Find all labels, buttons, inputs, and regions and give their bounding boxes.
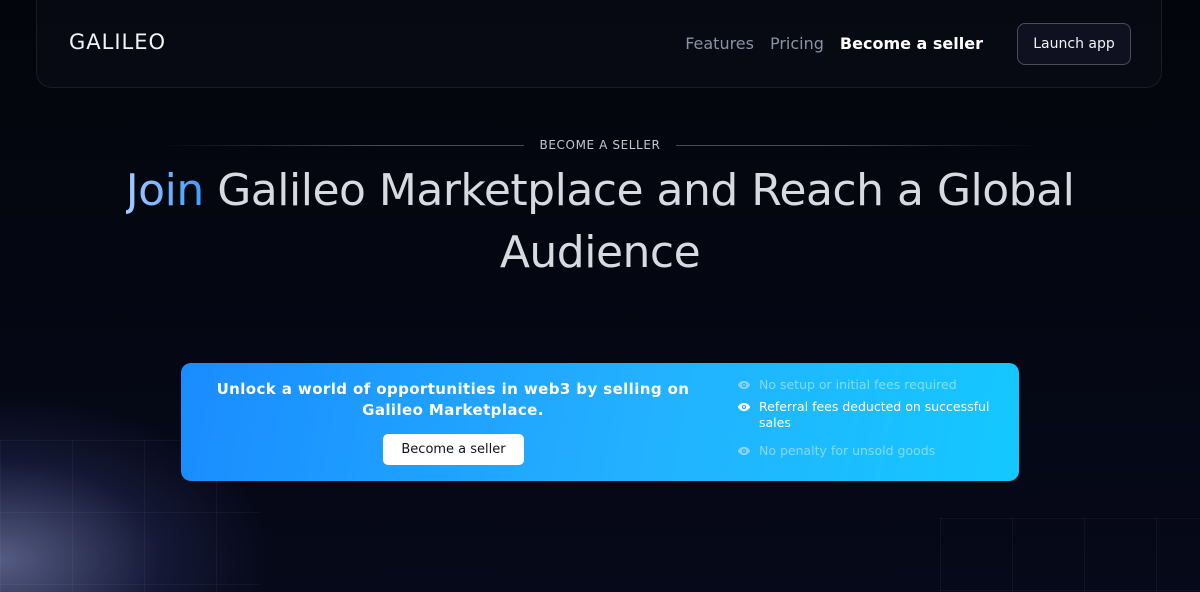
nav-links: Features Pricing Become a seller xyxy=(685,34,983,53)
headline-rest: Galileo Marketplace and Reach a Global A… xyxy=(203,165,1075,278)
eyebrow-label: BECOME A SELLER xyxy=(539,138,661,152)
nav-link-pricing[interactable]: Pricing xyxy=(770,34,824,53)
page: GALILEO Features Pricing Become a seller… xyxy=(0,0,1200,592)
eye-icon xyxy=(737,446,751,456)
headline-accent: Join xyxy=(125,165,205,216)
navbar: GALILEO Features Pricing Become a seller… xyxy=(36,0,1162,88)
background-grid xyxy=(940,518,1200,592)
cta-text: Unlock a world of opportunities in web3 … xyxy=(216,380,690,419)
logo[interactable]: GALILEO xyxy=(69,30,166,54)
eye-icon xyxy=(737,402,751,412)
divider xyxy=(158,144,524,146)
list-item: No penalty for unsold goods xyxy=(737,443,997,459)
list-item: No setup or initial fees required xyxy=(737,377,997,393)
seller-cta-card: Unlock a world of opportunities in web3 … xyxy=(181,363,1019,481)
feature-label: No setup or initial fees required xyxy=(759,377,957,392)
list-item: Referral fees deducted on successful sal… xyxy=(737,399,997,431)
nav-link-features[interactable]: Features xyxy=(685,34,754,53)
nav-link-become-a-seller[interactable]: Become a seller xyxy=(840,34,983,53)
feature-label: Referral fees deducted on successful sal… xyxy=(759,399,990,430)
feature-label: No penalty for unsold goods xyxy=(759,443,936,458)
become-seller-button[interactable]: Become a seller xyxy=(383,434,524,465)
page-title: Join Galileo Marketplace and Reach a Glo… xyxy=(60,160,1140,284)
divider xyxy=(676,144,1042,146)
feature-list: No setup or initial fees required Referr… xyxy=(737,377,997,459)
launch-app-button[interactable]: Launch app xyxy=(1017,23,1131,65)
eyebrow: BECOME A SELLER xyxy=(158,136,1042,154)
eye-icon xyxy=(737,380,751,390)
